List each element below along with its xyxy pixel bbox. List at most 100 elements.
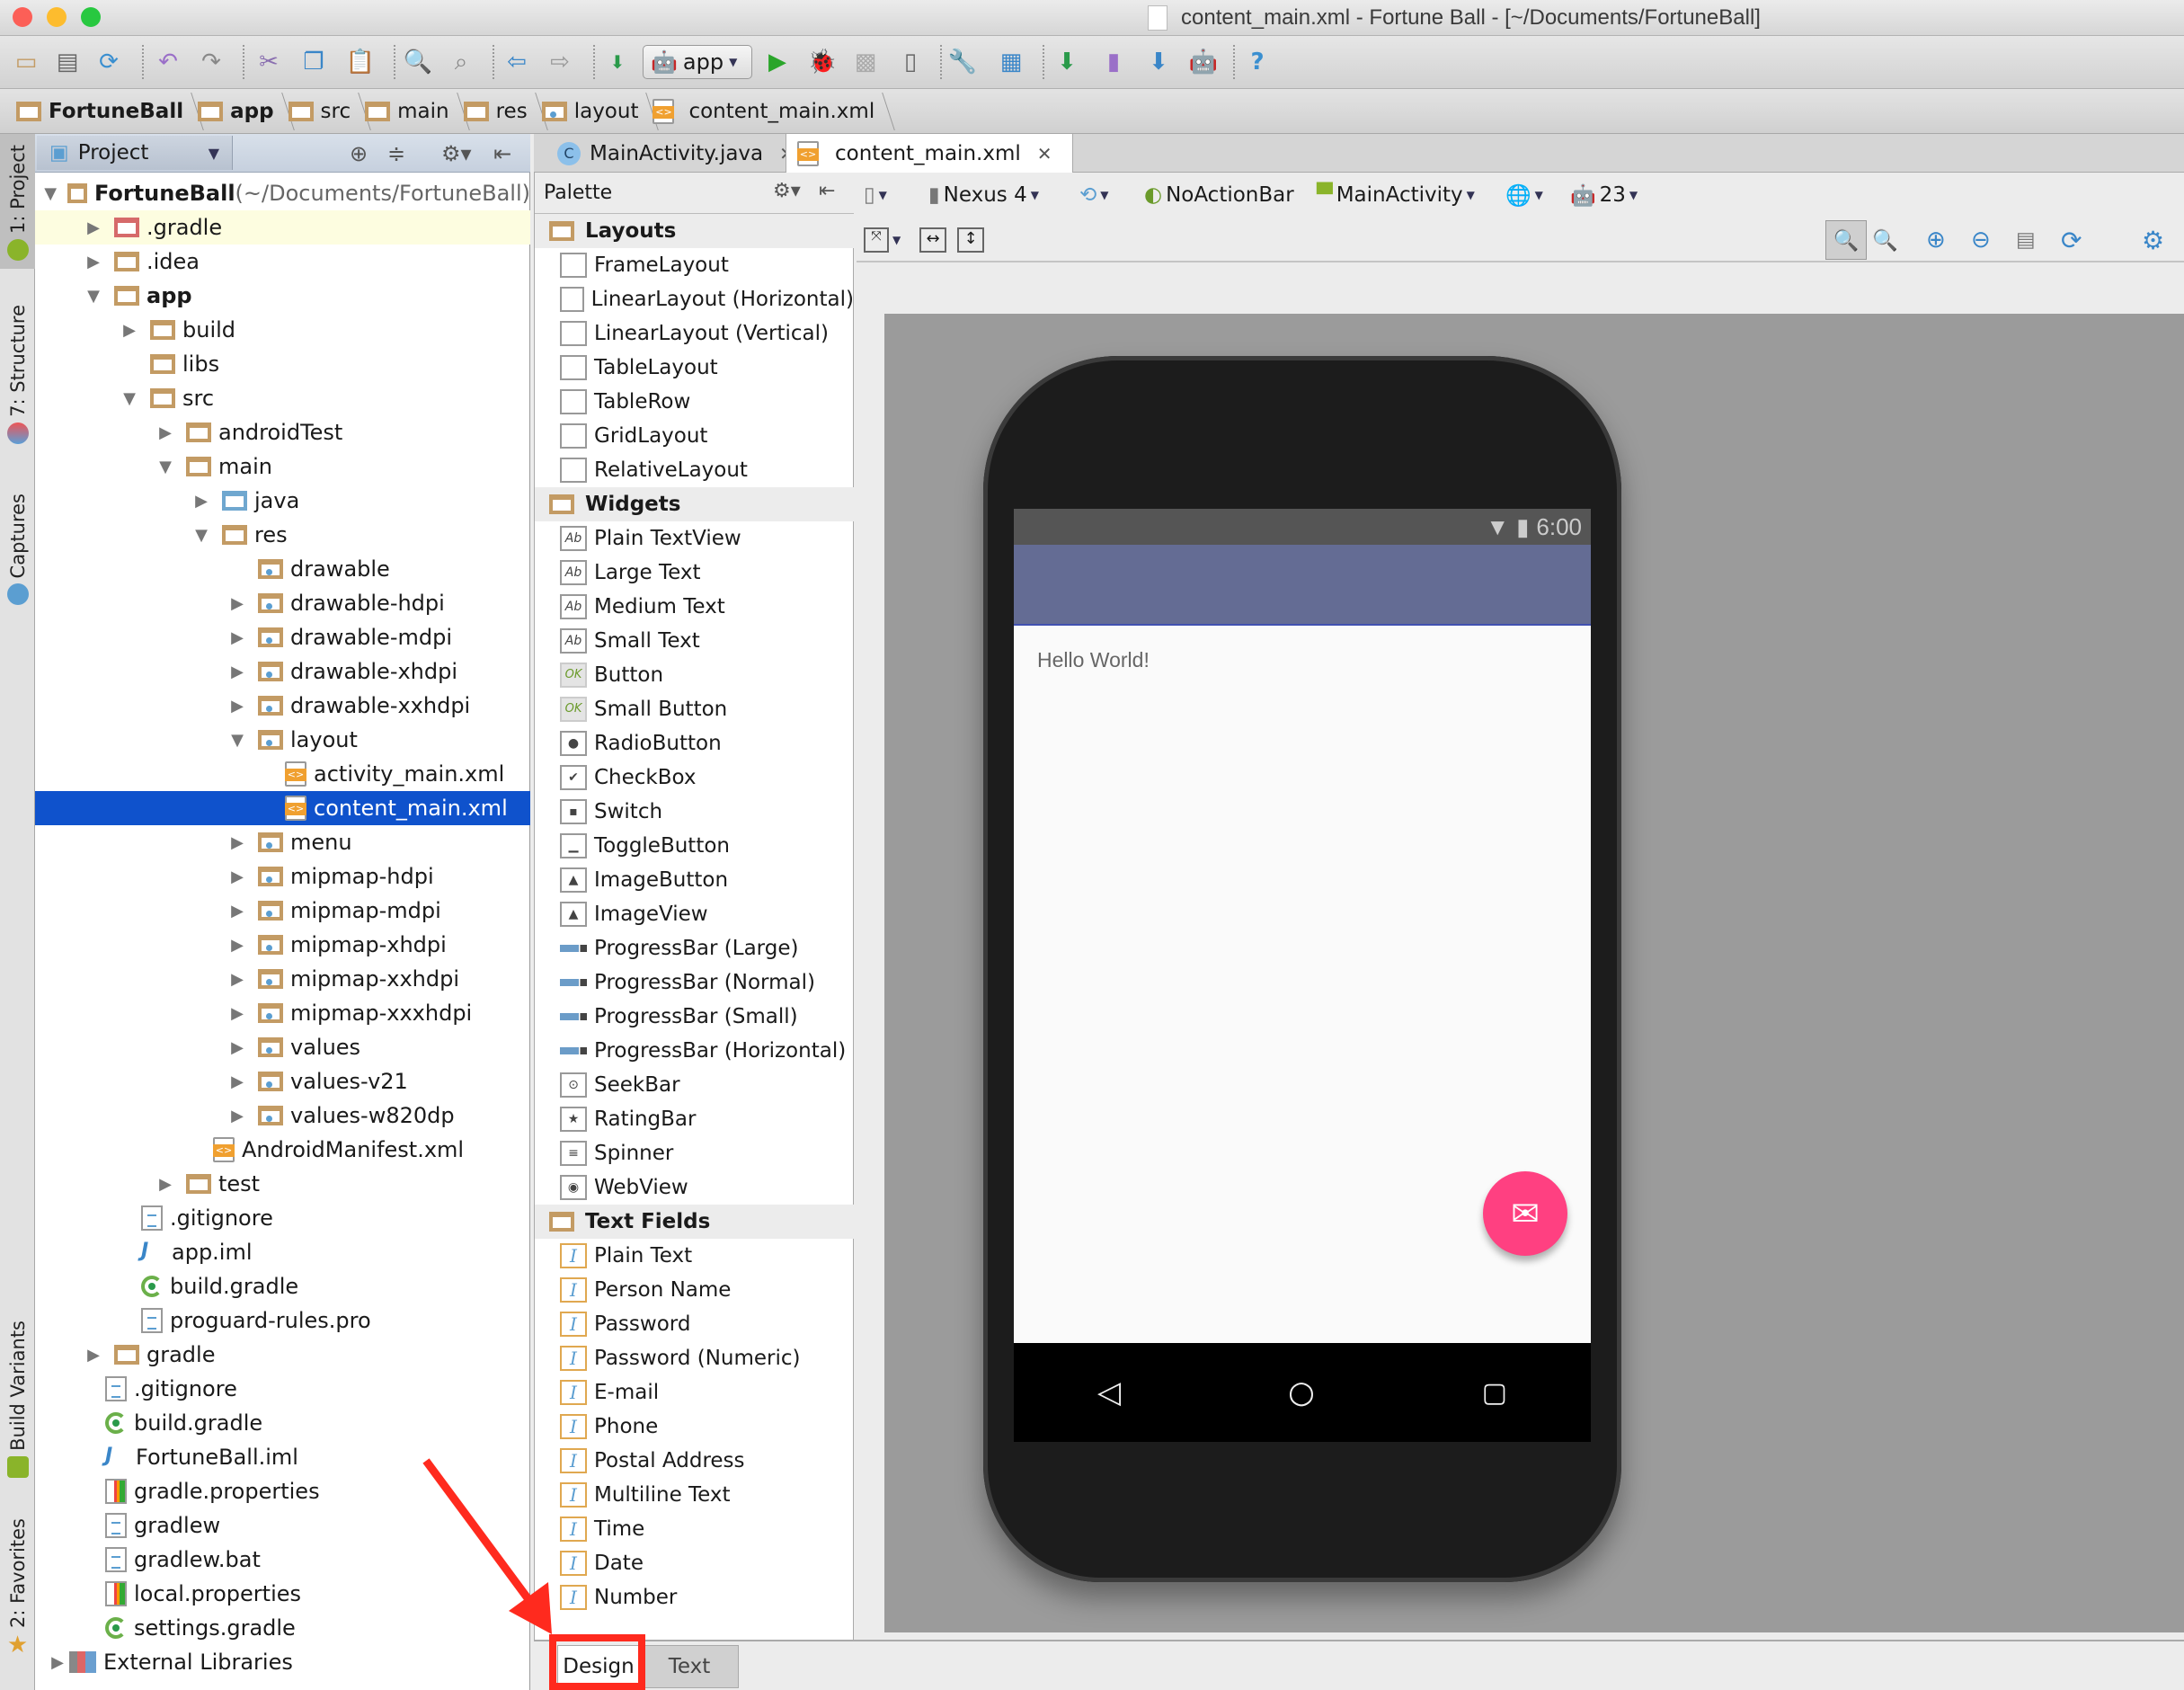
avd-manager-icon[interactable]: ▮ (1098, 47, 1129, 77)
palette-item[interactable]: Ab Small Text (535, 624, 854, 658)
collapsed-arrow-icon[interactable]: ▶ (226, 1038, 249, 1057)
collapsed-arrow-icon[interactable]: ▶ (226, 902, 249, 921)
tree-item[interactable]: gradle.properties (35, 1474, 530, 1508)
breadcrumb-item-app[interactable]: app (192, 89, 282, 134)
tree-item[interactable]: proguard-rules.pro (35, 1303, 530, 1338)
collapsed-arrow-icon[interactable]: ▶ (226, 697, 249, 716)
collapsed-arrow-icon[interactable]: ▶ (154, 1175, 177, 1194)
tool-tab-build-variants[interactable]: Build Variants (0, 1321, 35, 1491)
tree-item[interactable]: ▶ values-w820dp (35, 1098, 530, 1133)
project-structure-icon[interactable]: 🔧 (947, 47, 978, 77)
tree-item[interactable]: ▶ gradle (35, 1338, 530, 1372)
zoom-in-button[interactable]: ⊕ (1926, 220, 1946, 260)
palette-item[interactable]: I Number (535, 1580, 854, 1614)
breadcrumb-item-content-main[interactable]: content_main.xml (647, 89, 883, 134)
expanded-arrow-icon[interactable]: ▼ (154, 458, 177, 476)
zoom-to-fit-button[interactable]: 🔍 (1825, 220, 1867, 260)
palette-item[interactable]: TableRow (535, 385, 854, 419)
tool-tab-captures[interactable]: Captures (0, 494, 35, 610)
undo-icon[interactable]: ↶ (153, 47, 183, 77)
replace-icon[interactable]: ⌕ (446, 47, 476, 77)
theme-selector[interactable]: ◐ NoActionBar (1144, 175, 1294, 215)
collapsed-arrow-icon[interactable]: ▶ (226, 936, 249, 955)
gear-icon[interactable]: ⚙▾ (773, 180, 801, 202)
app-bar[interactable] (1014, 545, 1591, 626)
tool-tab-project[interactable]: 1: Project (0, 134, 35, 269)
collapsed-arrow-icon[interactable]: ▶ (226, 663, 249, 681)
tree-item[interactable]: ▶ External Libraries (35, 1645, 530, 1679)
tree-item[interactable]: ▶ mipmap-hdpi (35, 859, 530, 894)
fill-height-button[interactable]: ↕ (957, 220, 984, 260)
design-canvas[interactable]: ▼ ▮ 6:00 Hello World! ✉ ◁ ○ ▢ (884, 314, 2184, 1632)
tree-item[interactable]: ▶ test (35, 1167, 530, 1201)
collapsed-arrow-icon[interactable]: ▶ (82, 1346, 105, 1365)
palette-item[interactable]: ProgressBar (Large) (535, 931, 854, 965)
palette-item[interactable]: OK Small Button (535, 692, 854, 726)
palette-item[interactable]: ✔ CheckBox (535, 760, 854, 795)
hide-panel-icon[interactable]: ⇤ (819, 180, 835, 202)
collapsed-arrow-icon[interactable]: ▶ (226, 833, 249, 852)
collapsed-arrow-icon[interactable]: ▶ (226, 970, 249, 989)
copy-icon[interactable]: ❐ (298, 47, 329, 77)
tree-item[interactable]: ▼ FortuneBall (~/Documents/FortuneBall) (35, 176, 530, 210)
tree-item[interactable]: build.gradle (35, 1269, 530, 1303)
breadcrumb-item-layout[interactable]: layout (537, 89, 648, 134)
tree-item[interactable]: .gitignore (35, 1201, 530, 1235)
palette-item[interactable]: ▁ ToggleButton (535, 829, 854, 863)
palette-item[interactable]: I Plain Text (535, 1239, 854, 1273)
palette-item[interactable]: ProgressBar (Small) (535, 1000, 854, 1034)
scroll-from-source-icon[interactable]: ⊕ (350, 141, 368, 166)
tree-item[interactable]: ▶ menu (35, 825, 530, 859)
back-icon[interactable]: ⇦ (502, 47, 532, 77)
collapsed-arrow-icon[interactable]: ▶ (226, 1004, 249, 1023)
palette-item[interactable]: ◉ WebView (535, 1170, 854, 1205)
tree-item[interactable]: ▶ drawable-mdpi (35, 620, 530, 654)
collapsed-arrow-icon[interactable]: ▶ (226, 594, 249, 613)
palette-item[interactable]: LinearLayout (Horizontal) (535, 282, 854, 316)
hide-panel-icon[interactable]: ⇤ (493, 141, 511, 166)
debug-icon[interactable]: 🐞 (807, 47, 838, 77)
tree-item[interactable]: ▶ .gradle (35, 210, 530, 245)
palette-item[interactable]: I E-mail (535, 1375, 854, 1410)
fab-button[interactable]: ✉ (1483, 1171, 1567, 1256)
palette-item[interactable]: ▲ ImageButton (535, 863, 854, 897)
options-button[interactable]: ⚙ (2142, 220, 2164, 260)
actual-size-button[interactable]: 🔍 (1872, 220, 1898, 260)
palette-item[interactable]: TableLayout (535, 351, 854, 385)
palette-item[interactable]: ⊙ SeekBar (535, 1068, 854, 1102)
tree-item[interactable]: ▶ mipmap-xhdpi (35, 928, 530, 962)
collapsed-arrow-icon[interactable]: ▶ (226, 1072, 249, 1091)
tree-item[interactable]: ▶ mipmap-xxxhdpi (35, 996, 530, 1030)
view-size-button[interactable]: ⤧ ▼ (864, 220, 901, 260)
collapsed-arrow-icon[interactable]: ▶ (190, 492, 213, 511)
breadcrumb-item-src[interactable]: src (283, 89, 360, 134)
gear-icon[interactable]: ⚙▾ (441, 141, 472, 166)
palette-category[interactable]: Layouts (535, 214, 854, 248)
palette-category[interactable]: Text Fields (535, 1205, 854, 1239)
palette-item[interactable]: ProgressBar (Normal) (535, 965, 854, 1000)
fill-width-button[interactable]: ↔ (919, 220, 946, 260)
open-folder-icon[interactable]: ▭ (11, 47, 41, 77)
run-config-dropdown[interactable]: 🤖 app ▼ (643, 45, 752, 79)
gradle-sync-icon[interactable]: ⬇ (1052, 47, 1082, 77)
palette-category[interactable]: Widgets (535, 487, 854, 521)
tool-tab-favorites[interactable]: 2: Favorites ★ (0, 1518, 35, 1662)
breadcrumb-item-fortuneball[interactable]: FortuneBall (11, 89, 192, 134)
palette-item[interactable]: ▲ ImageView (535, 897, 854, 931)
tree-item[interactable]: ▼ src (35, 381, 530, 415)
help-icon[interactable]: ? (1242, 47, 1273, 77)
palette-item[interactable]: GridLayout (535, 419, 854, 453)
tool-tab-structure[interactable]: 7: Structure (0, 305, 35, 458)
tree-item[interactable]: activity_main.xml (35, 757, 530, 791)
sync-icon[interactable]: ⟳ (93, 47, 124, 77)
palette-item[interactable]: I Phone (535, 1410, 854, 1444)
palette-item[interactable]: I Password (535, 1307, 854, 1341)
tree-item[interactable]: Japp.iml (35, 1235, 530, 1269)
palette-item[interactable]: I Multiline Text (535, 1478, 854, 1512)
minimize-window-button[interactable] (47, 7, 67, 27)
palette-item[interactable]: ▪ Switch (535, 795, 854, 829)
tree-item[interactable]: ▶ drawable-xhdpi (35, 654, 530, 689)
tree-item[interactable]: ▶ mipmap-xxhdpi (35, 962, 530, 996)
collapsed-arrow-icon[interactable]: ▶ (154, 423, 177, 442)
tree-item[interactable]: ▶ drawable-xxhdpi (35, 689, 530, 723)
